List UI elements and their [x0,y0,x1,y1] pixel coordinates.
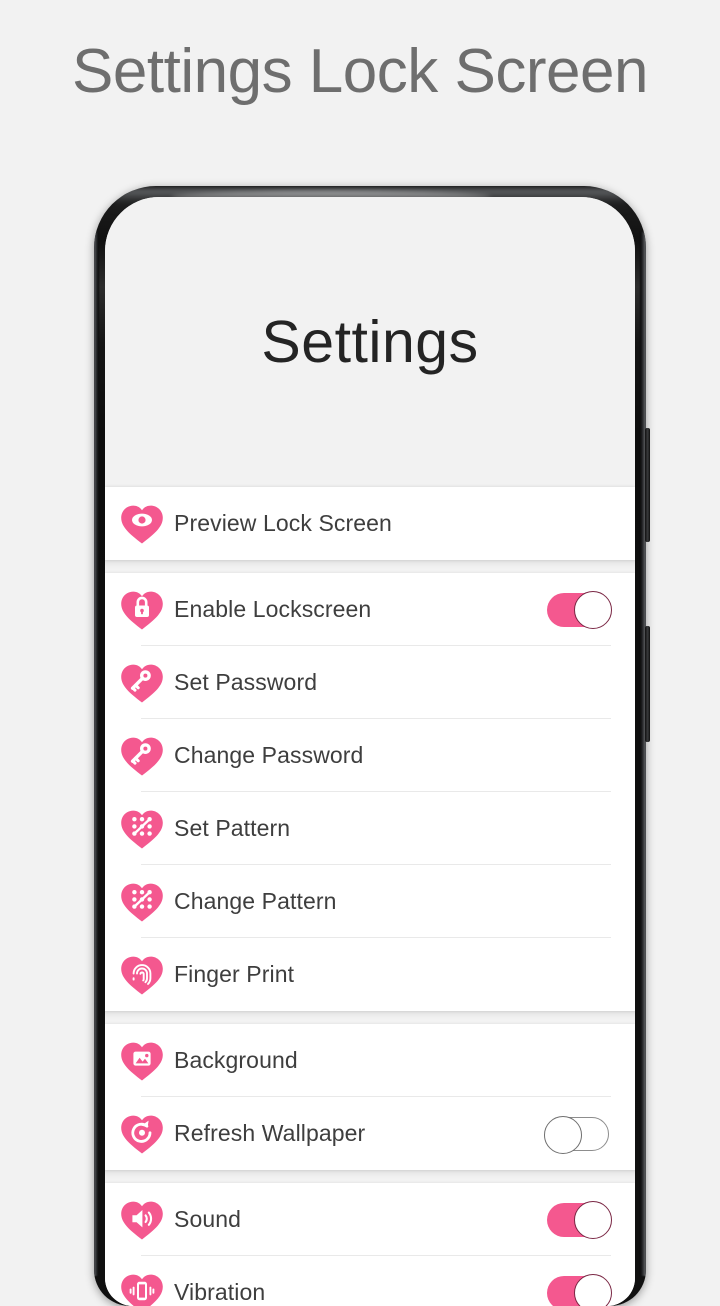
row-preview-lock-screen-label: Preview Lock Screen [174,510,609,537]
section-separator [105,1011,635,1024]
row-vibration-label: Vibration [174,1279,547,1306]
heart-eye-icon [118,500,166,548]
security-section: Enable Lockscreen Set Password [105,573,635,1011]
screen-title: Settings [261,308,478,376]
row-enable-lockscreen-toggle[interactable] [547,593,609,627]
row-change-pattern-label: Change Pattern [174,888,609,915]
phone-mockup: Settings Preview Lock Screen Enable Lock… [94,186,646,1306]
heart-lock-icon [118,586,166,634]
heart-image-icon [118,1037,166,1085]
section-separator [105,560,635,573]
row-change-password[interactable]: Change Password [105,719,635,792]
row-vibration-toggle[interactable] [547,1276,609,1306]
preview-section: Preview Lock Screen [105,487,635,560]
row-refresh-wallpaper-label: Refresh Wallpaper [174,1120,547,1147]
heart-key-icon [118,732,166,780]
row-enable-lockscreen[interactable]: Enable Lockscreen [105,573,635,646]
row-sound-label: Sound [174,1206,547,1233]
row-set-password-label: Set Password [174,669,609,696]
row-refresh-wallpaper-toggle[interactable] [547,1117,609,1151]
bezel-edge-right [640,232,646,1276]
heart-refresh-icon [118,1110,166,1158]
row-sound[interactable]: Sound [105,1183,635,1256]
heart-key-icon [118,659,166,707]
page-title: Settings Lock Screen [0,36,720,107]
heart-pattern-icon [118,805,166,853]
heart-vibration-icon [118,1269,166,1306]
row-refresh-wallpaper[interactable]: Refresh Wallpaper [105,1097,635,1170]
row-preview-lock-screen[interactable]: Preview Lock Screen [105,487,635,560]
settings-list: Preview Lock Screen Enable Lockscreen Se… [105,487,635,1306]
row-change-pattern[interactable]: Change Pattern [105,865,635,938]
heart-pattern-icon [118,878,166,926]
row-finger-print[interactable]: Finger Print [105,938,635,1011]
power-button[interactable] [645,428,650,542]
row-sound-toggle[interactable] [547,1203,609,1237]
feedback-section: Sound Vibration [105,1183,635,1306]
toggle-knob [574,1201,612,1239]
row-set-pattern-label: Set Pattern [174,815,609,842]
toggle-knob [544,1116,582,1154]
row-set-password[interactable]: Set Password [105,646,635,719]
toggle-knob [574,1274,612,1306]
heart-speaker-icon [118,1196,166,1244]
row-finger-print-label: Finger Print [174,961,609,988]
row-background[interactable]: Background [105,1024,635,1097]
row-background-label: Background [174,1047,609,1074]
volume-button[interactable] [645,626,650,742]
row-change-password-label: Change Password [174,742,609,769]
heart-fingerprint-icon [118,951,166,999]
section-separator [105,1170,635,1183]
screen-header: Settings [105,197,635,487]
phone-screen: Settings Preview Lock Screen Enable Lock… [105,197,635,1306]
bezel-edge-left [94,232,99,1276]
toggle-knob [574,591,612,629]
row-set-pattern[interactable]: Set Pattern [105,792,635,865]
wallpaper-section: Background Refresh Wallpaper [105,1024,635,1170]
row-enable-lockscreen-label: Enable Lockscreen [174,596,547,623]
row-vibration[interactable]: Vibration [105,1256,635,1306]
